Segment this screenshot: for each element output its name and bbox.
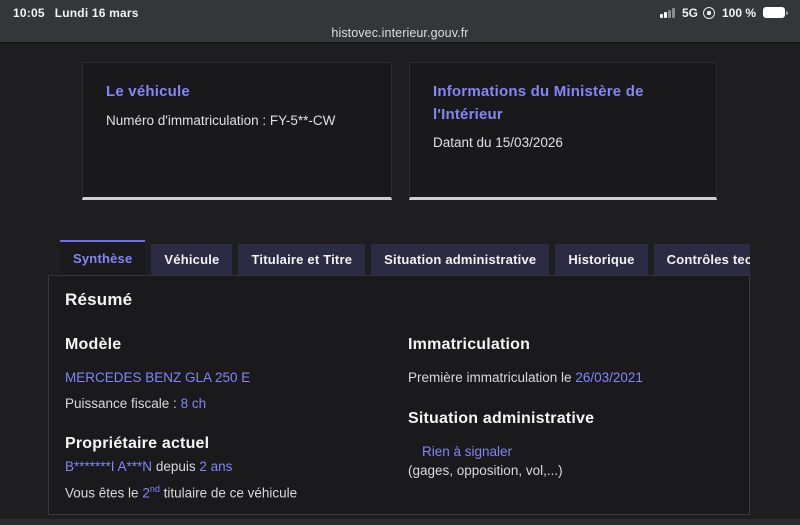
fiscal-power-line: Puissance fiscale : 8 ch	[65, 394, 408, 414]
statusbar: 10:05 Lundi 16 mars 5G 100 % histovec.in…	[0, 0, 800, 43]
clock: 10:05	[13, 5, 45, 20]
holder-prefix: Vous êtes le	[65, 485, 143, 501]
owner-name: B*******I A***N	[65, 459, 153, 475]
tab-situation-administrative[interactable]: Situation administrative	[371, 244, 550, 275]
registration-heading: Immatriculation	[408, 336, 531, 353]
admin-status-heading: Situation administrative	[408, 409, 595, 427]
panel-title: Résumé	[65, 290, 133, 309]
holder-number: 2	[142, 485, 150, 501]
ministry-card-title: Informations du Ministère de l'Intérieur	[433, 83, 644, 123]
tab-vehicule[interactable]: Véhicule	[151, 244, 233, 275]
cellular-signal-icon	[660, 7, 675, 18]
vehicle-card-title: Le véhicule	[106, 83, 190, 100]
summary-panel: Résumé Modèle MERCEDES BENZ GLA 250 E Pu…	[48, 275, 750, 515]
owner-since-value: 2 ans	[199, 459, 233, 475]
vehicle-plate-line: Numéro d'immatriculation : FY-5**-CW	[106, 112, 336, 128]
first-registration-line: Première immatriculation le 26/03/2021	[408, 368, 733, 388]
ministry-date-line: Datant du 15/03/2026	[433, 135, 563, 150]
model-name: MERCEDES BENZ GLA 250 E	[65, 370, 251, 385]
header-cards: Le véhicule Numéro d'immatriculation : F…	[82, 62, 717, 200]
fiscal-power-label: Puissance fiscale :	[65, 395, 181, 411]
address-bar[interactable]: histovec.interieur.gouv.fr	[331, 26, 468, 40]
admin-status-value: Rien à signaler	[422, 443, 513, 459]
status-row: 10:05 Lundi 16 mars 5G 100 %	[0, 0, 800, 23]
holder-suffix: titulaire de ce véhicule	[159, 485, 298, 501]
holder-ordinal: nd	[149, 483, 160, 494]
bottom-edge-bar	[0, 519, 800, 525]
ministry-card: Informations du Ministère de l'Intérieur…	[409, 62, 717, 200]
tab-historique[interactable]: Historique	[555, 244, 648, 275]
left-column: Modèle MERCEDES BENZ GLA 250 E Puissance…	[65, 336, 408, 503]
first-registration-label: Première immatriculation le	[408, 370, 576, 385]
orientation-lock-icon	[702, 6, 715, 19]
model-heading: Modèle	[65, 336, 122, 353]
first-registration-date: 26/03/2021	[575, 370, 643, 385]
right-column: Immatriculation Première immatriculation…	[408, 336, 733, 503]
battery-percentage: 100 %	[721, 5, 756, 20]
owner-since-label: depuis	[152, 459, 200, 475]
tab-synthese[interactable]: Synthèse	[60, 240, 146, 275]
tab-controles-techniques[interactable]: Contrôles techniques	[653, 244, 750, 275]
admin-status-note: (gages, opposition, vol,...)	[408, 463, 563, 479]
tab-titulaire-et-titre[interactable]: Titulaire et Titre	[238, 244, 366, 275]
fiscal-power-value: 8 ch	[180, 395, 207, 411]
date-label: Lundi 16 mars	[54, 5, 139, 20]
owner-line: B*******I A***N depuis 2 ans	[65, 457, 408, 477]
holder-line: Vous êtes le 2nd titulaire de ce véhicul…	[65, 483, 408, 503]
tab-bar: Synthèse Véhicule Titulaire et Titre Sit…	[48, 240, 750, 275]
network-type-label: 5G	[681, 5, 698, 20]
battery-icon	[763, 7, 788, 18]
vehicle-card: Le véhicule Numéro d'immatriculation : F…	[82, 62, 392, 200]
owner-heading: Propriétaire actuel	[65, 435, 210, 453]
